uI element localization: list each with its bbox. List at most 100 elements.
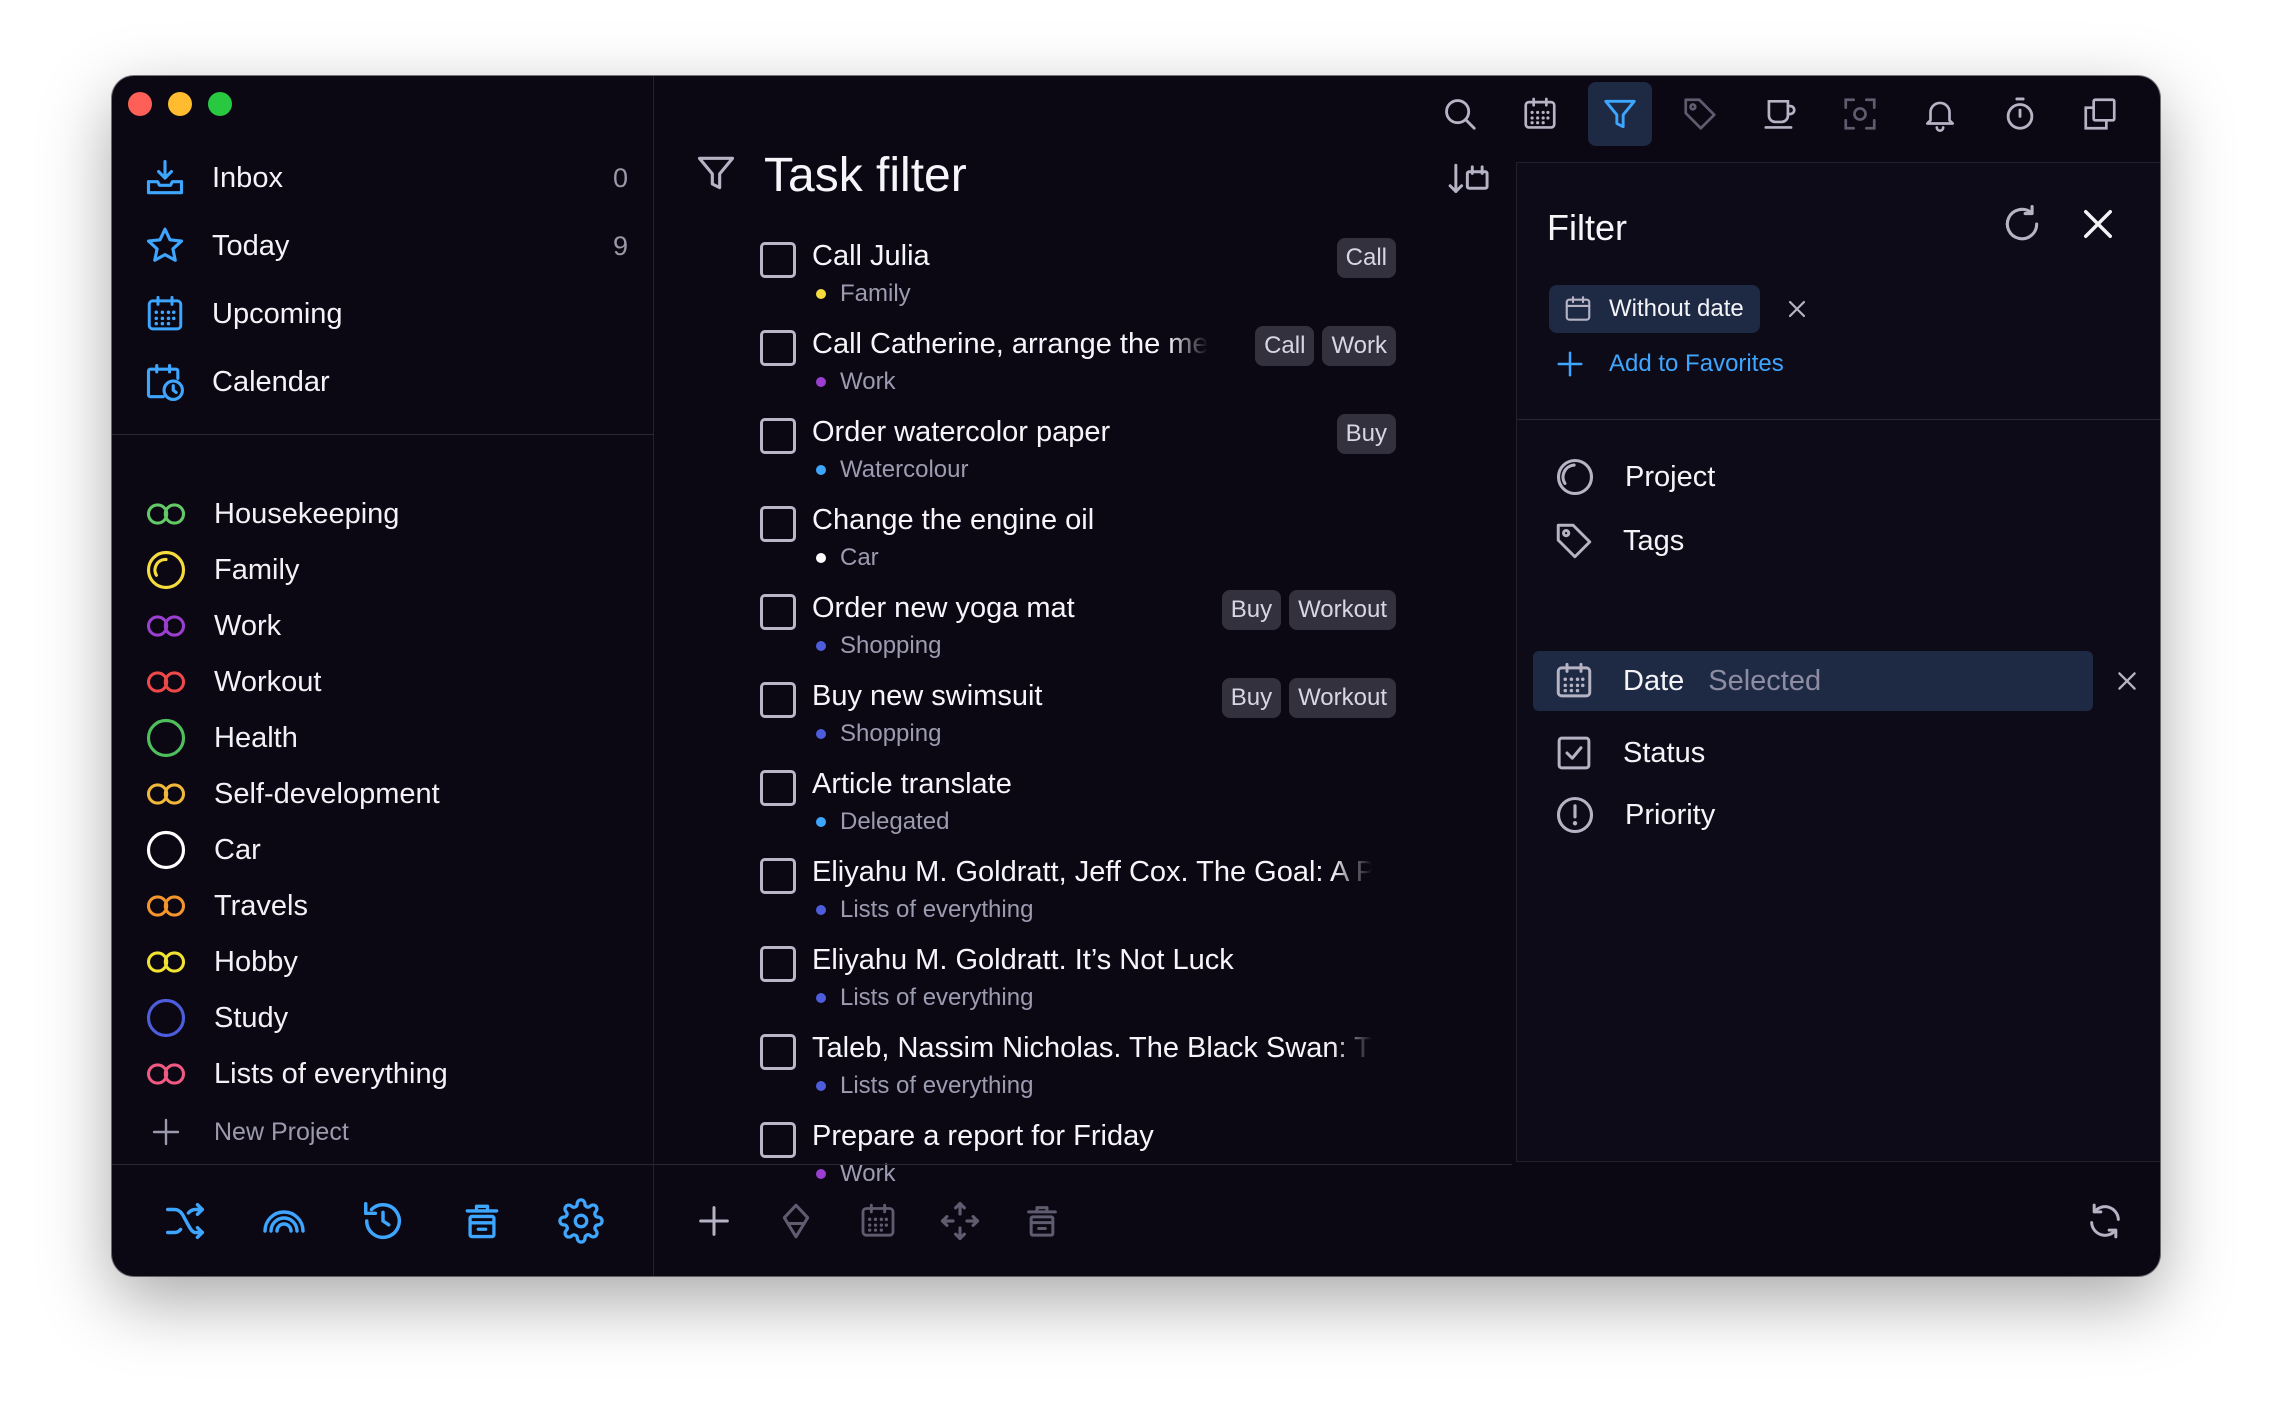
calendar-icon[interactable] (1508, 82, 1572, 146)
add-to-favorites-label: Add to Favorites (1609, 350, 1784, 377)
project-color-dot (816, 905, 826, 915)
sidebar-item-health[interactable]: Health (144, 710, 624, 766)
filter-row-priority[interactable]: Priority (1533, 785, 2093, 845)
sidebar-item-housekeeping[interactable]: Housekeeping (144, 486, 624, 542)
app-window: Inbox 0 Today 9 Upcoming Calendar Housek… (112, 76, 2160, 1276)
task-row[interactable]: Call Catherine, arrange the meeting WorkC… (760, 326, 1396, 414)
sidebar-item-hobby[interactable]: Hobby (144, 934, 624, 990)
task-row[interactable]: Taleb, Nassim Nicholas. The Black Swan: … (760, 1030, 1396, 1118)
priority-icon[interactable] (770, 1195, 822, 1247)
tag-badge[interactable]: Buy (1221, 590, 1282, 630)
tag-badge[interactable]: Buy (1336, 414, 1396, 454)
tag-badge[interactable]: Call (1336, 238, 1396, 278)
filter-row-date[interactable]: Date Selected (1533, 651, 2093, 711)
rainbow-icon[interactable] (258, 1195, 310, 1247)
settings-icon[interactable] (555, 1195, 607, 1247)
title-fade (1168, 326, 1208, 370)
remove-chip-icon[interactable] (1779, 291, 1815, 327)
task-row[interactable]: Buy new swimsuit Shopping Buy Workout (760, 678, 1396, 766)
task-checkbox[interactable] (760, 418, 796, 454)
filter-row-tags[interactable]: Tags (1533, 511, 2093, 571)
tag-badge[interactable]: Workout (1289, 590, 1396, 630)
sidebar-item-family[interactable]: Family (144, 542, 624, 598)
tag-icon[interactable] (1668, 82, 1732, 146)
sidebar-item-work[interactable]: Work (144, 598, 624, 654)
task-checkbox[interactable] (760, 1034, 796, 1070)
move-icon[interactable] (934, 1195, 986, 1247)
task-checkbox[interactable] (760, 946, 796, 982)
inbox-icon (142, 155, 188, 201)
add-to-favorites-button[interactable]: Add to Favorites (1555, 349, 1784, 379)
project-label: Hobby (214, 945, 298, 978)
new-project-button[interactable]: New Project (144, 1104, 624, 1160)
sidebar-item-label: Calendar (212, 365, 330, 398)
sidebar-item-car[interactable]: Car (144, 822, 624, 878)
task-checkbox[interactable] (760, 242, 796, 278)
infinity-icon (144, 940, 188, 984)
add-icon[interactable] (688, 1195, 740, 1247)
sidebar-item-today[interactable]: Today 9 (142, 212, 632, 280)
sidebar-item-travels[interactable]: Travels (144, 878, 624, 934)
sidebar-item-calendar[interactable]: Calendar (142, 348, 632, 416)
task-title: Eliyahu M. Goldratt. It’s Not Luck (812, 944, 1234, 976)
task-row[interactable]: Order watercolor paper Watercolour Buy (760, 414, 1396, 502)
task-title: Call Catherine, arrange the meeting (812, 328, 1208, 360)
sidebar-item-upcoming[interactable]: Upcoming (142, 280, 632, 348)
tag-badge[interactable]: Call (1255, 326, 1315, 366)
tag-icon (1556, 523, 1592, 559)
task-checkbox[interactable] (760, 858, 796, 894)
project-label: Work (214, 609, 282, 642)
task-project-label: Shopping (840, 632, 942, 659)
title-fade (1332, 942, 1372, 986)
task-checkbox[interactable] (760, 594, 796, 630)
tag-badge[interactable]: Workout (1289, 678, 1396, 718)
clear-date-icon[interactable] (2107, 661, 2147, 701)
sidebar-item-label: Inbox (212, 161, 283, 194)
title-fade (1332, 766, 1372, 810)
coffee-icon[interactable] (1748, 82, 1812, 146)
filter-row-status[interactable]: Status (1533, 723, 2093, 783)
filter-row-project[interactable]: Project (1533, 447, 2093, 507)
calendar-icon[interactable] (852, 1195, 904, 1247)
trash-icon[interactable] (1016, 1195, 1068, 1247)
timer-icon[interactable] (1988, 82, 2052, 146)
sidebar-item-lists-of-everything[interactable]: Lists of everything (144, 1046, 624, 1102)
sidebar-item-study[interactable]: Study (144, 990, 624, 1046)
infinity-icon (144, 492, 188, 536)
task-checkbox[interactable] (760, 682, 796, 718)
filter-icon[interactable] (1588, 82, 1652, 146)
task-checkbox[interactable] (760, 330, 796, 366)
task-checkbox[interactable] (760, 770, 796, 806)
sync-icon[interactable] (2078, 1194, 2132, 1248)
trash-icon[interactable] (456, 1195, 508, 1247)
task-row[interactable]: Eliyahu M. Goldratt. It’s Not Luck Lists … (760, 942, 1396, 1030)
focus-icon[interactable] (1828, 82, 1892, 146)
task-title: Order new yoga mat (812, 592, 1075, 624)
sort-icon[interactable] (1444, 158, 1494, 202)
task-row[interactable]: Change the engine oil Car (760, 502, 1396, 590)
tag-badge[interactable]: Work (1322, 326, 1396, 366)
tag-badge[interactable]: Buy (1221, 678, 1282, 718)
task-row[interactable]: Eliyahu M. Goldratt, Jeff Cox. The Goal:… (760, 854, 1396, 942)
task-row[interactable]: Call Julia Family Call (760, 238, 1396, 326)
project-label: Housekeeping (214, 497, 400, 530)
sidebar-item-workout[interactable]: Workout (144, 654, 624, 710)
task-project-label: Family (840, 280, 911, 307)
close-icon[interactable] (2073, 199, 2123, 249)
task-checkbox[interactable] (760, 506, 796, 542)
bell-icon[interactable] (1908, 82, 1972, 146)
windows-icon[interactable] (2068, 82, 2132, 146)
history-icon[interactable] (357, 1195, 409, 1247)
task-row[interactable]: Article translate Delegated (760, 766, 1396, 854)
today-count: 9 (612, 230, 628, 261)
shuffle-icon[interactable] (159, 1195, 211, 1247)
reset-icon[interactable] (1997, 199, 2047, 249)
active-filter-chip[interactable]: Without date (1549, 285, 1760, 333)
sidebar-item-self-development[interactable]: Self-development (144, 766, 624, 822)
task-project: Lists of everything (816, 984, 1033, 1012)
project-list: Housekeeping Family Work Workout Health Self-… (144, 486, 624, 1160)
task-checkbox[interactable] (760, 1122, 796, 1158)
sidebar-item-inbox[interactable]: Inbox 0 (142, 144, 632, 212)
task-row[interactable]: Order new yoga mat Shopping Buy Workout (760, 590, 1396, 678)
calendar-clock-icon (142, 359, 188, 405)
